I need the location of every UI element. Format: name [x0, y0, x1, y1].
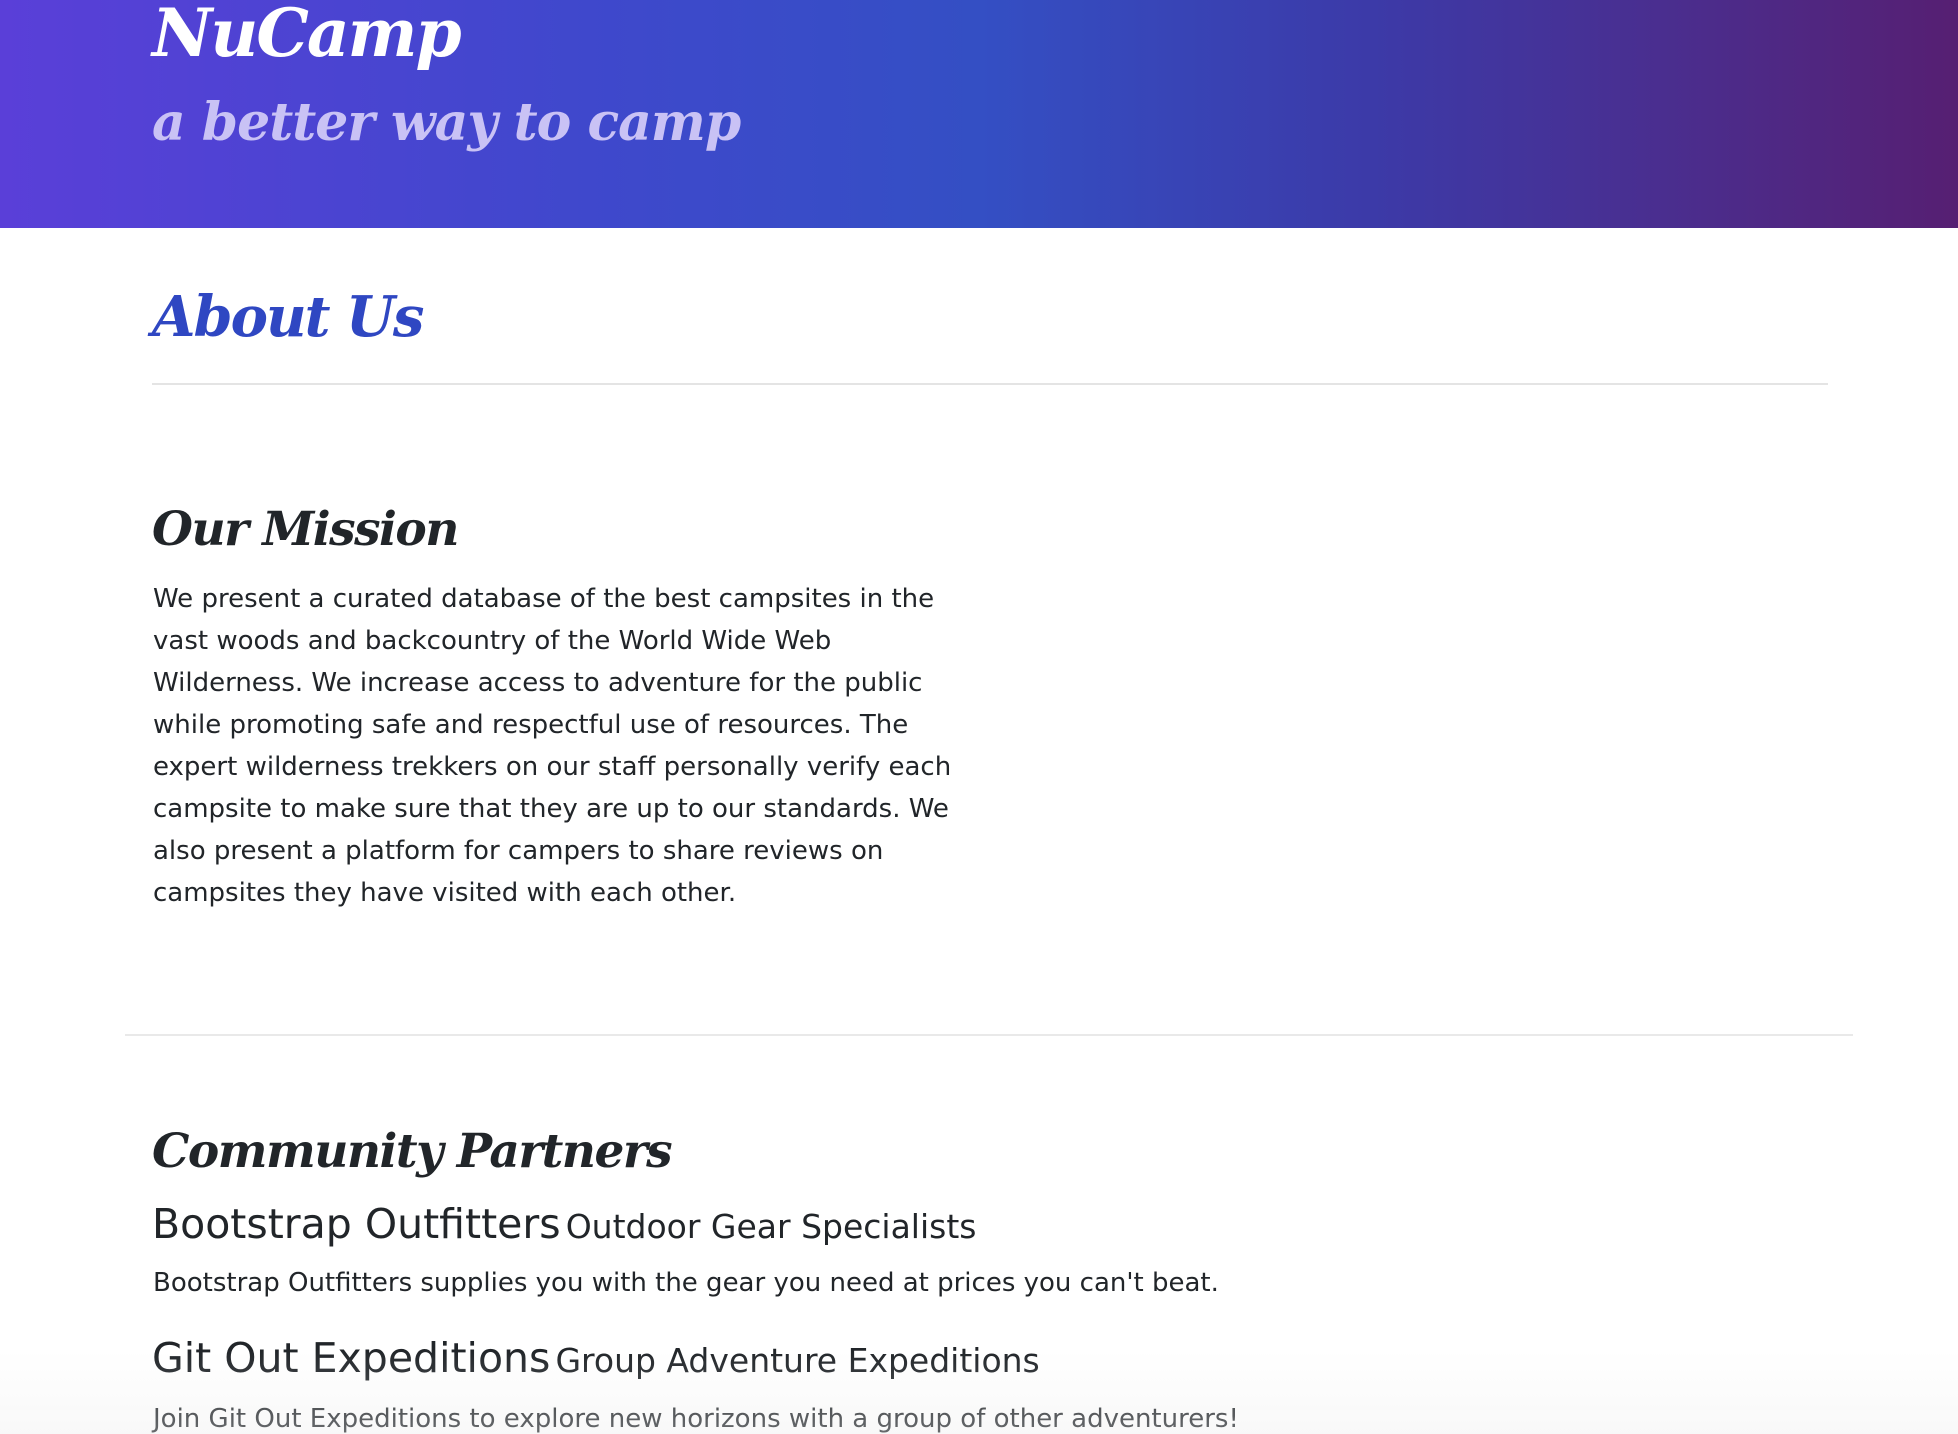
- page-title: About Us: [152, 284, 424, 350]
- partner-subtitle: Outdoor Gear Specialists: [565, 1207, 977, 1246]
- partner-subtitle: Group Adventure Expeditions: [555, 1341, 1040, 1380]
- partner-name: Git Out Expeditions: [152, 1334, 551, 1382]
- section-divider: [125, 1034, 1853, 1036]
- brand-title: NuCamp: [152, 0, 462, 72]
- partner-title: Git Out Expeditions Group Adventure Expe…: [152, 1334, 1040, 1383]
- partner-title: Bootstrap Outfitters Outdoor Gear Specia…: [152, 1200, 976, 1249]
- brand-tagline: a better way to camp: [152, 92, 741, 153]
- page: NuCamp a better way to camp About Us Our…: [0, 0, 1958, 1434]
- title-divider: [152, 383, 1828, 385]
- partner-description: Join Git Out Expeditions to explore new …: [153, 1404, 1239, 1434]
- partners-heading: Community Partners: [152, 1124, 673, 1179]
- mission-heading: Our Mission: [152, 502, 459, 557]
- partner-name: Bootstrap Outfitters: [152, 1200, 561, 1248]
- partner-description: Bootstrap Outfitters supplies you with t…: [153, 1268, 1219, 1298]
- mission-text: We present a curated database of the bes…: [153, 584, 952, 908]
- header-jumbotron: NuCamp a better way to camp: [0, 0, 1958, 228]
